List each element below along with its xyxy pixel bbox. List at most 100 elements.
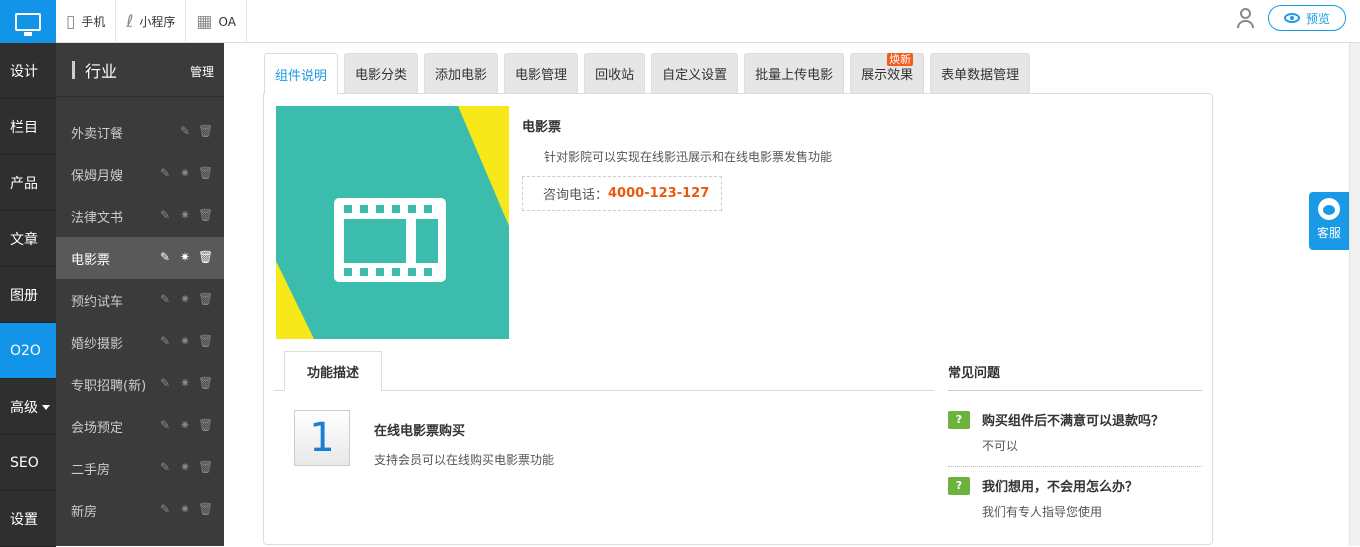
faq-question[interactable]: ? 我们想用，不会用怎么办？ (948, 476, 1202, 495)
faq-item: ? 购买组件后不满意可以退款吗？ 不可以 (948, 410, 1202, 454)
feature-title: 在线电影票购买 (374, 424, 466, 439)
component-panel: 电影票 针对影院可以实现在线影迅展示和在线电影票发售功能 咨询电话： 4000-… (263, 93, 1213, 545)
edit-icon[interactable]: ✎ (158, 334, 172, 348)
trash-icon[interactable]: 🗑 (198, 418, 213, 432)
magic-wand-icon[interactable]: ✷ (178, 418, 192, 432)
industry-item-label: 预约试车 (71, 294, 124, 310)
question-icon: ? (948, 410, 970, 429)
edit-icon[interactable]: ✎ (158, 502, 172, 516)
edit-icon[interactable]: ✎ (178, 124, 192, 138)
rail-advanced[interactable]: 高级 (0, 379, 56, 435)
eye-icon (1283, 13, 1300, 23)
trash-icon[interactable]: 🗑 (198, 208, 213, 222)
tab-bar: 组件说明 电影分类 添加电影 电影管理 回收站 自定义设置 批量上传电影 展示效… (264, 53, 1036, 94)
topnav-mini-program[interactable]: ℓ 小程序 (116, 0, 187, 43)
consult-phone-box: 咨询电话： 4000-123-127 (522, 176, 722, 211)
faq-question[interactable]: ? 购买组件后不满意可以退款吗？ (948, 410, 1202, 429)
top-bar: ▯ 手机 ℓ 小程序 ▦ OA 预览 (0, 0, 1360, 43)
divider (948, 466, 1202, 467)
rail-design[interactable]: 设计 (0, 43, 56, 99)
tab-add-movie[interactable]: 添加电影 (424, 53, 499, 93)
component-description: 针对影院可以实现在线影迅展示和在线电影票发售功能 (544, 150, 833, 164)
edit-icon[interactable]: ✎ (158, 208, 172, 222)
phone-icon: ▯ (66, 11, 76, 32)
industry-item[interactable]: 新房 ✎ ✷ 🗑 (56, 489, 224, 531)
rail-seo[interactable]: SEO (0, 435, 56, 491)
tab-function-description[interactable]: 功能描述 (284, 351, 382, 391)
trash-icon[interactable]: 🗑 (198, 502, 213, 516)
edit-icon[interactable]: ✎ (158, 460, 172, 474)
industry-item-label: 二手房 (71, 462, 111, 478)
trash-icon[interactable]: 🗑 (198, 334, 213, 348)
trash-icon[interactable]: 🗑 (198, 376, 213, 390)
magic-wand-icon[interactable]: ✷ (178, 460, 192, 474)
manage-link[interactable]: 管理 (190, 63, 214, 80)
tab-form-data[interactable]: 表单数据管理 (930, 53, 1031, 93)
magic-wand-icon[interactable]: ✷ (178, 334, 192, 348)
trash-icon[interactable]: 🗑 (198, 124, 213, 138)
industry-item[interactable]: 预约试车 ✎ ✷ 🗑 (56, 279, 224, 321)
rail-product[interactable]: 产品 (0, 155, 56, 211)
desktop-logo-icon[interactable] (0, 0, 56, 43)
tab-custom-settings[interactable]: 自定义设置 (651, 53, 739, 93)
magic-wand-icon[interactable]: ✷ (178, 250, 192, 264)
industry-item-label: 专职招聘(新) (71, 378, 147, 394)
industry-item-active[interactable]: 电影票 ✎ ✷ 🗑 (56, 237, 224, 279)
magic-wand-icon[interactable]: ✷ (178, 208, 192, 222)
top-nav: ▯ 手机 ℓ 小程序 ▦ OA (56, 0, 247, 43)
industry-item-label: 外卖订餐 (71, 126, 124, 142)
component-title: 电影票 (522, 120, 562, 135)
tab-movie-manage[interactable]: 电影管理 (504, 53, 579, 93)
tab-batch-upload[interactable]: 批量上传电影 (744, 53, 845, 93)
question-icon: ? (948, 476, 970, 495)
industry-item[interactable]: 会场预定 ✎ ✷ 🗑 (56, 405, 224, 447)
rail-column[interactable]: 栏目 (0, 99, 56, 155)
feature-description: 支持会员可以在线购买电影票功能 (374, 453, 555, 467)
user-icon[interactable] (1236, 8, 1256, 30)
industry-item-label: 会场预定 (71, 420, 124, 436)
magic-wand-icon[interactable]: ✷ (178, 376, 192, 390)
mini-program-icon: ℓ (126, 11, 134, 32)
rail-album[interactable]: 图册 (0, 267, 56, 323)
trash-icon[interactable]: 🗑 (198, 250, 213, 264)
edit-icon[interactable]: ✎ (158, 250, 172, 264)
trash-icon[interactable]: 🗑 (198, 292, 213, 306)
rail-o2o[interactable]: O2O (0, 323, 56, 379)
trash-icon[interactable]: 🗑 (198, 166, 213, 180)
scrollbar[interactable] (1349, 43, 1360, 546)
rail-article[interactable]: 文章 (0, 211, 56, 267)
topnav-mobile[interactable]: ▯ 手机 (56, 0, 117, 43)
edit-icon[interactable]: ✎ (158, 292, 172, 306)
caret-down-icon (42, 405, 50, 410)
trash-icon[interactable]: 🗑 (198, 460, 213, 474)
faq-answer: 我们有专人指导您使用 (982, 505, 1103, 519)
industry-item[interactable]: 外卖订餐 ✎ 🗑 (56, 111, 224, 153)
tab-recycle-bin[interactable]: 回收站 (584, 53, 646, 93)
customer-service-icon (1318, 198, 1340, 220)
industry-panel: 行业 管理 外卖订餐 ✎ 🗑 保姆月嫂 ✎ ✷ 🗑 法律文书 ✎ ✷ 🗑 电影票 ✎ ✷ 🗑 预约试车… (56, 43, 224, 546)
tab-display-effect[interactable]: 展示效果 焕新 (850, 53, 925, 93)
industry-title: 行业 (85, 61, 118, 81)
industry-item[interactable]: 婚纱摄影 ✎ ✷ 🗑 (56, 321, 224, 363)
rail-settings[interactable]: 设置 (0, 491, 56, 547)
customer-service-button[interactable]: 客服 (1309, 192, 1349, 250)
edit-icon[interactable]: ✎ (158, 376, 172, 390)
magic-wand-icon[interactable]: ✷ (178, 502, 192, 516)
industry-item[interactable]: 保姆月嫂 ✎ ✷ 🗑 (56, 153, 224, 195)
edit-icon[interactable]: ✎ (158, 418, 172, 432)
faq-answer: 不可以 (982, 439, 1019, 453)
edit-icon[interactable]: ✎ (158, 166, 172, 180)
industry-item[interactable]: 专职招聘(新) ✎ ✷ 🗑 (56, 363, 224, 405)
tab-component-info[interactable]: 组件说明 (264, 53, 339, 94)
faq-title: 常见问题 (948, 366, 1001, 381)
topnav-oa[interactable]: ▦ OA (186, 0, 247, 43)
industry-item-label: 保姆月嫂 (71, 168, 124, 184)
industry-item[interactable]: 二手房 ✎ ✷ 🗑 (56, 447, 224, 489)
tab-movie-category[interactable]: 电影分类 (344, 53, 419, 93)
main-rail: 设计 栏目 产品 文章 图册 O2O 高级 SEO 设置 (0, 43, 56, 547)
preview-button[interactable]: 预览 (1268, 5, 1346, 31)
magic-wand-icon[interactable]: ✷ (178, 166, 192, 180)
tab-display-effect-label: 展示效果 (861, 68, 914, 83)
magic-wand-icon[interactable]: ✷ (178, 292, 192, 306)
industry-item[interactable]: 法律文书 ✎ ✷ 🗑 (56, 195, 224, 237)
